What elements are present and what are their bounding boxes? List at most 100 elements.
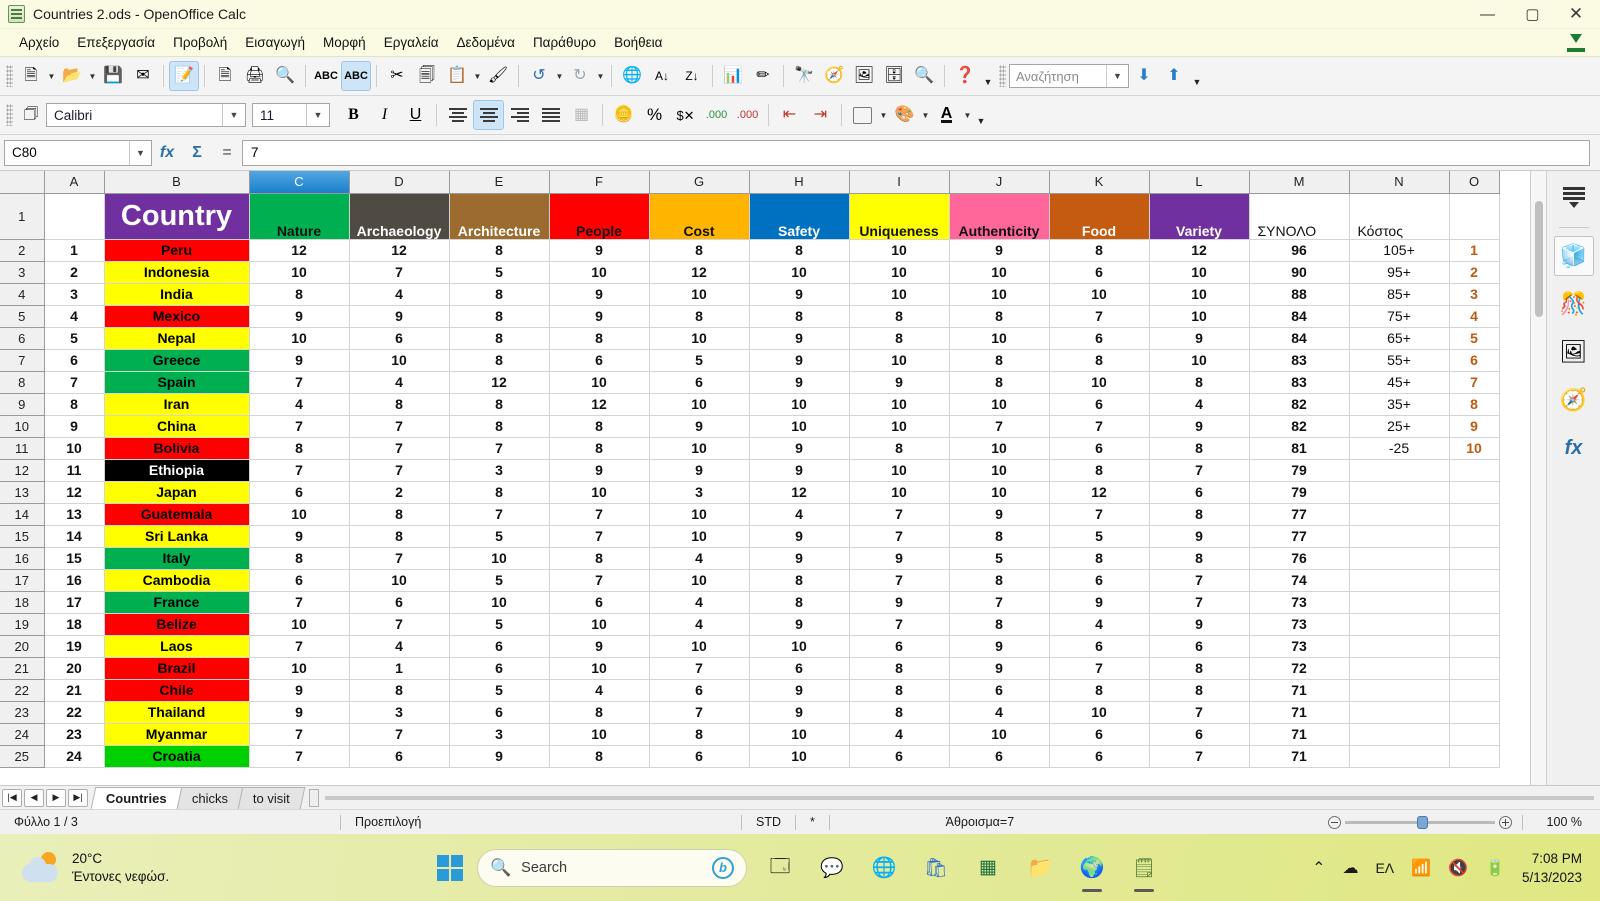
vertical-scrollbar-thumb[interactable] (1535, 201, 1543, 317)
search-input[interactable]: Αναζήτηση ▼ (1009, 64, 1129, 88)
cell-score[interactable]: 8 (549, 701, 650, 724)
cell-score[interactable]: 6 (1049, 327, 1150, 350)
cell-score[interactable]: 8 (749, 569, 850, 592)
cell-score[interactable]: 7 (249, 415, 350, 438)
bold-button[interactable]: B (338, 100, 369, 130)
cell-score[interactable]: 12 (549, 393, 650, 416)
search-toolbar-overflow-button[interactable]: ▼ (1189, 61, 1205, 91)
menu-item-window[interactable]: Παράθυρο (524, 32, 605, 53)
cell-score[interactable]: 4 (1149, 393, 1250, 416)
cell-country[interactable]: Peru (104, 239, 250, 262)
column-header-g[interactable]: G (649, 171, 750, 194)
formula-input-line[interactable]: 7 (242, 139, 1590, 166)
table-row[interactable]: 19 18 Belize 10 7 5 10 4 9 7 8 4 9 73 (0, 613, 1500, 636)
cell-score[interactable]: 10 (1049, 701, 1150, 724)
column-label-archaeology[interactable]: Archaeology (349, 193, 450, 240)
menu-item-insert[interactable]: Εισαγωγή (236, 32, 314, 53)
equals-icon[interactable]: = (212, 139, 242, 167)
cell-score[interactable]: 8 (1049, 459, 1150, 482)
cell-score[interactable]: 12 (749, 481, 850, 504)
row-header-20[interactable]: 20 (0, 635, 45, 658)
find-previous-icon[interactable]: ⬆ (1159, 61, 1189, 91)
menu-item-view[interactable]: Προβολή (164, 32, 236, 53)
close-button[interactable]: ✕ (1555, 0, 1600, 29)
cell-score[interactable]: 7 (849, 569, 950, 592)
cell-score[interactable]: 8 (849, 305, 950, 328)
column-label-food[interactable]: Food (1049, 193, 1150, 240)
status-insert-mode[interactable]: STD (742, 814, 795, 831)
row-header-1[interactable]: 1 (0, 193, 45, 240)
cell-score[interactable]: 7 (349, 437, 450, 460)
cell-score[interactable]: 5 (1049, 525, 1150, 548)
cell-total[interactable]: 77 (1249, 503, 1350, 526)
cell-score[interactable]: 8 (649, 723, 750, 746)
column-label-total[interactable]: ΣΥΝΟΛΟ (1249, 193, 1350, 240)
cell-rank[interactable]: 19 (44, 635, 105, 658)
add-decimal-icon[interactable]: .000 (701, 100, 732, 130)
cell-country[interactable]: Iran (104, 393, 250, 416)
sidebar-settings-icon[interactable] (1554, 177, 1594, 217)
table-row[interactable]: 2 1 Peru 12 12 8 9 8 8 10 9 8 12 96 105+ 1 (0, 239, 1500, 262)
cell-score[interactable]: 10 (549, 261, 650, 284)
zoom-in-icon[interactable] (1498, 815, 1512, 829)
chart-icon[interactable]: 📊 (718, 61, 748, 91)
cell-o[interactable] (1449, 459, 1500, 482)
cell-o[interactable] (1449, 569, 1500, 592)
cell-total[interactable]: 90 (1249, 261, 1350, 284)
cell-score[interactable]: 7 (349, 261, 450, 284)
data-sources-icon[interactable]: 🗄 (879, 61, 909, 91)
cell-score[interactable]: 12 (649, 261, 750, 284)
cell-score[interactable]: 10 (949, 459, 1050, 482)
cell-o[interactable]: 3 (1449, 283, 1500, 306)
column-header-c[interactable]: C (249, 171, 350, 194)
cell-score[interactable]: 6 (649, 371, 750, 394)
cell-country[interactable]: Guatemala (104, 503, 250, 526)
cell-score[interactable]: 6 (349, 327, 450, 350)
cell-o[interactable]: 1 (1449, 239, 1500, 262)
cell-country[interactable]: Thailand (104, 701, 250, 724)
cell-cost[interactable] (1349, 635, 1450, 658)
excel-icon[interactable]: ▦ (969, 849, 1007, 887)
clone-formatting-icon[interactable]: 🖌 (483, 61, 513, 91)
cell-score[interactable]: 6 (849, 745, 950, 768)
cell-score[interactable]: 7 (249, 745, 350, 768)
cell-score[interactable]: 6 (1049, 261, 1150, 284)
cell-score[interactable]: 9 (549, 459, 650, 482)
cell-score[interactable]: 7 (549, 525, 650, 548)
table-row[interactable]: 22 21 Chile 9 8 5 4 6 9 8 6 8 8 71 (0, 679, 1500, 702)
volume-muted-icon[interactable]: 🔇 (1448, 858, 1468, 878)
gallery-icon[interactable]: 🖼 (849, 61, 879, 91)
cell-score[interactable]: 7 (349, 459, 450, 482)
cell-score[interactable]: 8 (1149, 657, 1250, 680)
underline-button[interactable]: U (400, 100, 431, 130)
cell-cost[interactable] (1349, 481, 1450, 504)
column-header-e[interactable]: E (449, 171, 550, 194)
row-header-9[interactable]: 9 (0, 393, 45, 416)
cell-o[interactable] (1449, 701, 1500, 724)
cell-score[interactable]: 9 (649, 415, 750, 438)
cell-rank[interactable]: 2 (44, 261, 105, 284)
sort-ascending-icon[interactable]: A↓ (647, 61, 677, 91)
cell-score[interactable]: 10 (949, 327, 1050, 350)
cell-score[interactable]: 8 (1049, 239, 1150, 262)
column-header-n[interactable]: N (1349, 171, 1450, 194)
cell-cost[interactable] (1349, 569, 1450, 592)
cell-score[interactable]: 10 (1149, 283, 1250, 306)
formatting-toolbar-overflow-button[interactable]: ▼ (973, 100, 989, 130)
cell-score[interactable]: 9 (249, 701, 350, 724)
increase-indent-icon[interactable]: ⇥ (805, 100, 836, 130)
decrease-indent-icon[interactable]: ⇤ (774, 100, 805, 130)
column-label-uniqueness[interactable]: Uniqueness (849, 193, 950, 240)
cell-score[interactable]: 7 (249, 591, 350, 614)
cell-score[interactable]: 10 (349, 349, 450, 372)
cell-score[interactable]: 10 (949, 393, 1050, 416)
cell-score[interactable]: 8 (449, 481, 550, 504)
cell-score[interactable]: 4 (649, 613, 750, 636)
cell-rank[interactable]: 22 (44, 701, 105, 724)
cell-score[interactable]: 10 (449, 591, 550, 614)
onedrive-icon[interactable]: ☁ (1342, 858, 1358, 878)
column-label-nature[interactable]: Nature (249, 193, 350, 240)
row-header-8[interactable]: 8 (0, 371, 45, 394)
cell-score[interactable]: 6 (449, 657, 550, 680)
cell-o[interactable] (1449, 503, 1500, 526)
